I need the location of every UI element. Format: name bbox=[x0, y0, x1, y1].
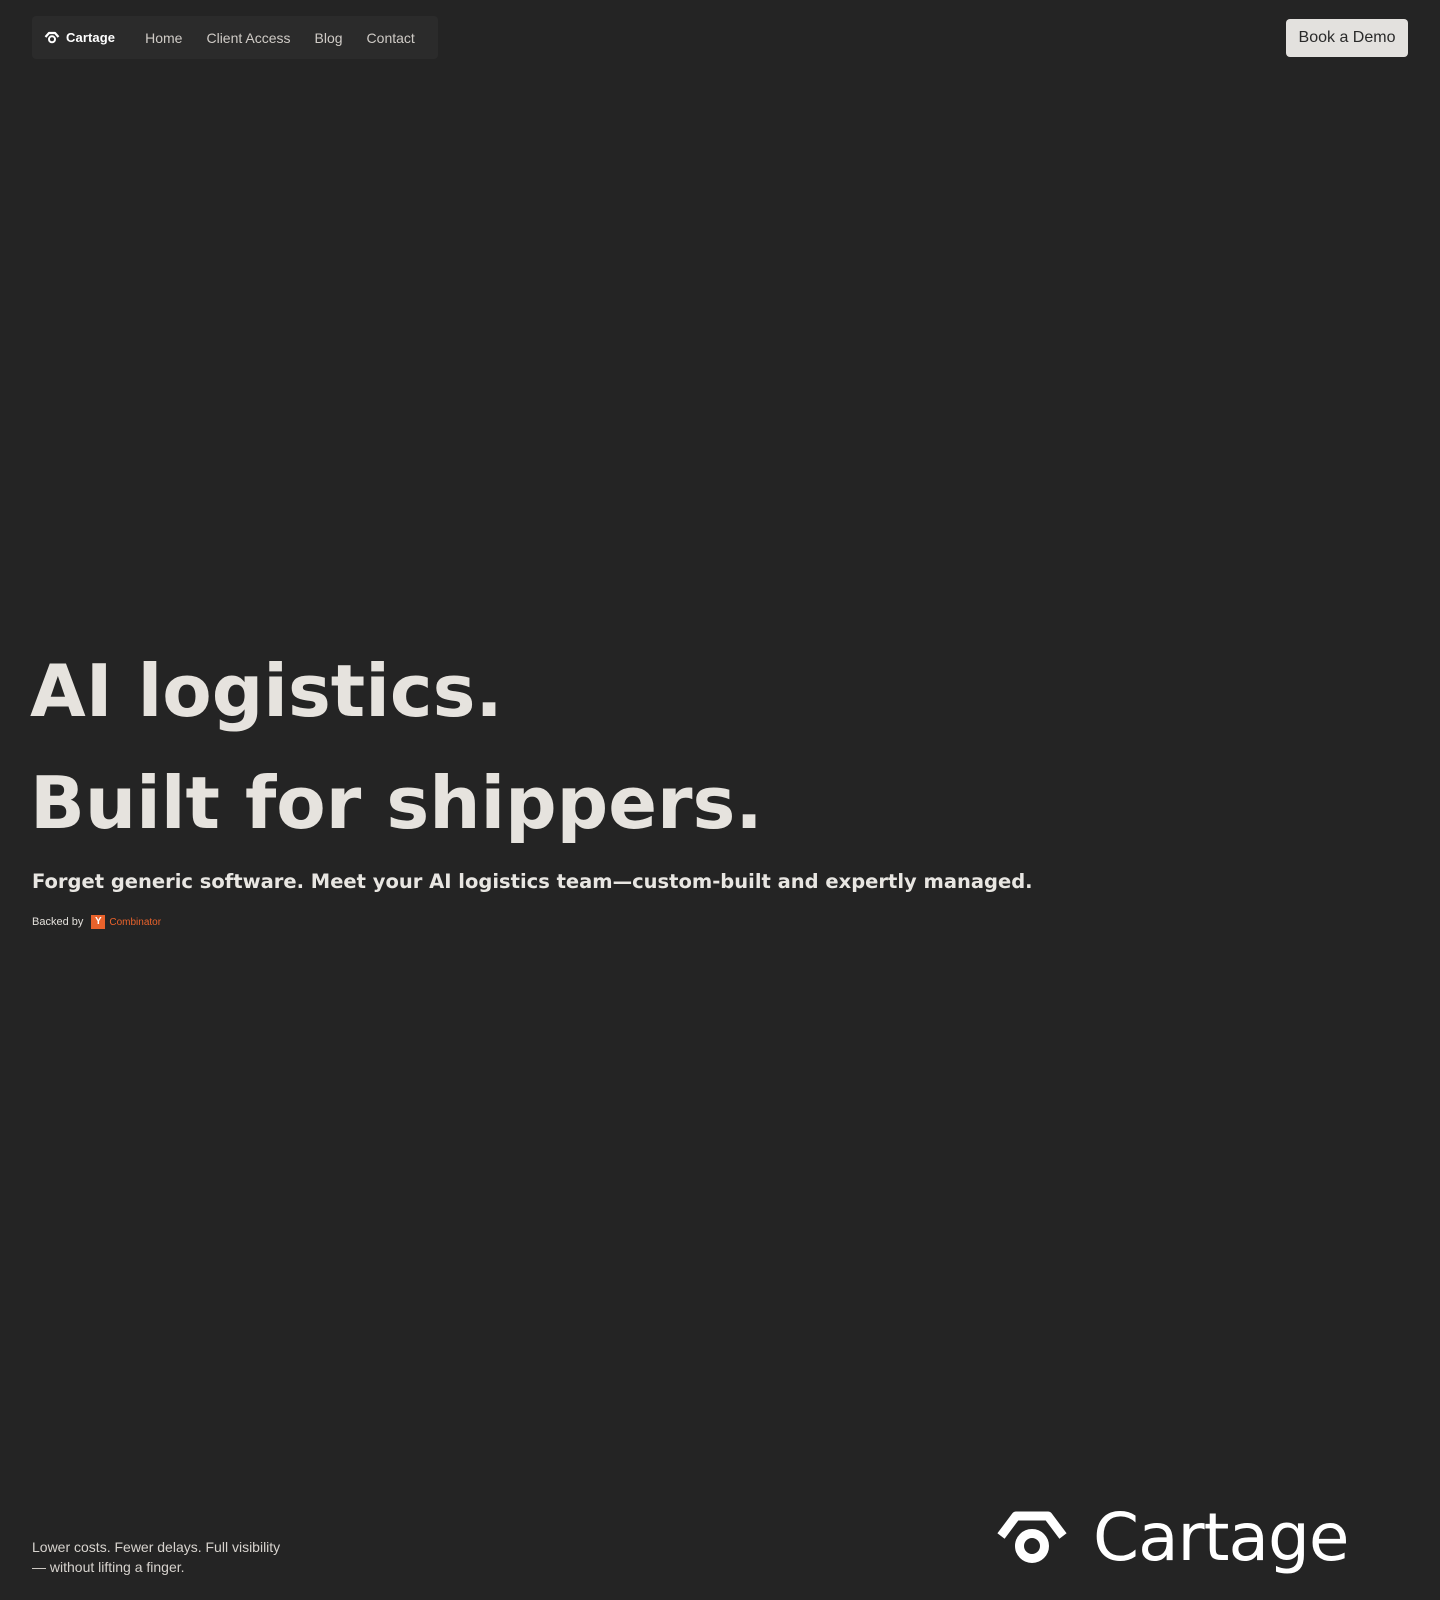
cartage-logo-icon bbox=[995, 1509, 1069, 1567]
footer-logo: Cartage bbox=[995, 1505, 1349, 1571]
y-combinator-icon: Y bbox=[91, 915, 106, 929]
footer-tagline: Lower costs. Fewer delays. Full visibili… bbox=[32, 1537, 332, 1577]
backed-by-label: Backed by bbox=[32, 916, 84, 928]
hero-headline-line-2: Built for shippers. bbox=[30, 761, 763, 845]
book-demo-button[interactable]: Book a Demo bbox=[1286, 19, 1408, 57]
tagline-line-1: Lower costs. Fewer delays. Full visibili… bbox=[32, 1539, 281, 1555]
y-combinator-text: Combinator bbox=[109, 916, 162, 928]
nav-link-home[interactable]: Home bbox=[145, 30, 182, 46]
nav-links: Home Client Access Blog Contact bbox=[145, 30, 415, 46]
brand-link[interactable]: Cartage bbox=[44, 30, 115, 45]
hero-headline-line-1: AI logistics. bbox=[30, 649, 503, 733]
brand-name: Cartage bbox=[66, 30, 116, 45]
tagline-line-2: — without lifting a finger. bbox=[32, 1559, 185, 1575]
nav-bar: Cartage Home Client Access Blog Contact bbox=[32, 16, 438, 59]
cartage-logo-icon bbox=[44, 31, 60, 45]
backed-by-badge: Backed by Y Combinator bbox=[32, 915, 161, 929]
nav-link-client-access[interactable]: Client Access bbox=[206, 30, 290, 46]
nav-link-contact[interactable]: Contact bbox=[367, 30, 415, 46]
footer-logo-text: Cartage bbox=[1093, 1499, 1349, 1576]
y-combinator-logo: Y Combinator bbox=[91, 915, 161, 929]
nav-link-blog[interactable]: Blog bbox=[315, 30, 343, 46]
hero-subhead: Forget generic software. Meet your AI lo… bbox=[32, 870, 1033, 893]
